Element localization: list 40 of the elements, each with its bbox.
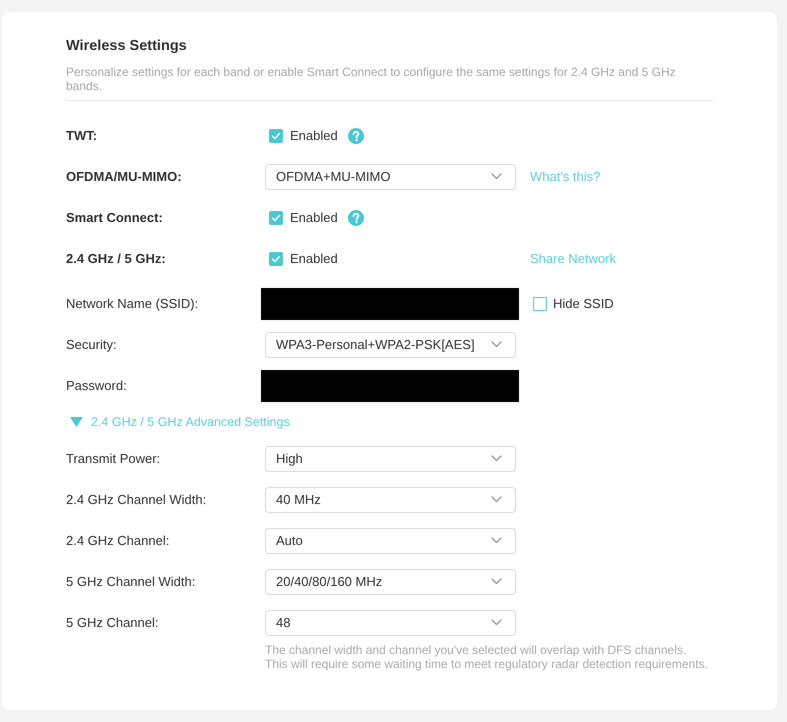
chevron-down-icon bbox=[491, 619, 502, 626]
field-label: TWT: bbox=[66, 126, 98, 145]
dropdown[interactable]: High bbox=[265, 446, 516, 472]
option-label: Enabled bbox=[290, 250, 338, 268]
field-label: 5 GHz Channel Width: bbox=[66, 572, 196, 591]
section-description: Personalize settings for each band or enable Smart Connect to configure the same settings for 2.4 GHz and 5 GHz bands. bbox=[66, 65, 677, 93]
field-label: Smart Connect: bbox=[66, 208, 164, 227]
dropdown[interactable]: 20/40/80/160 MHz bbox=[265, 568, 516, 594]
field-label: Network Name (SSID): bbox=[66, 294, 200, 313]
dropdown[interactable]: 40 MHz bbox=[265, 486, 516, 512]
dropdown[interactable]: OFDMA+MU-MIMO bbox=[265, 164, 516, 190]
field-label: Transmit Power: bbox=[66, 450, 162, 468]
check-icon bbox=[271, 254, 281, 262]
chevron-down-icon bbox=[491, 455, 502, 462]
chevron-down-icon bbox=[491, 537, 502, 544]
dropdown[interactable]: WPA3-Personal+WPA2-PSK[AES] bbox=[265, 332, 516, 358]
field-label: Password: bbox=[66, 376, 128, 395]
field-label: 2.4 GHz / 5 GHz: bbox=[66, 250, 167, 268]
field-label: 2.4 GHz Channel: bbox=[66, 532, 170, 550]
checkbox[interactable] bbox=[533, 296, 547, 310]
checkbox[interactable] bbox=[269, 210, 283, 224]
checkbox-label: Hide SSID bbox=[553, 294, 614, 313]
check-icon bbox=[271, 214, 281, 222]
chevron-down-icon bbox=[491, 173, 502, 180]
hint-text: The channel width and channel you've selected will overlap with DFS channels. This will require some waiting time to meet regulatory radar detection requirements. bbox=[265, 643, 708, 671]
field-label: OFDMA/MU-MIMO: bbox=[66, 168, 183, 186]
option-label: Enabled bbox=[290, 208, 338, 227]
check-icon bbox=[271, 132, 281, 140]
chevron-down-icon bbox=[491, 496, 502, 503]
field-label: 5 GHz Channel: bbox=[66, 614, 160, 632]
dropdown[interactable]: Auto bbox=[265, 528, 516, 554]
field-label: Security: bbox=[66, 336, 118, 354]
chevron-down-icon bbox=[491, 341, 502, 348]
dropdown[interactable]: 48 bbox=[265, 610, 516, 636]
option-label: Enabled bbox=[290, 126, 338, 145]
section-title: Wireless Settings bbox=[66, 37, 188, 55]
checkbox[interactable] bbox=[269, 128, 283, 142]
checkbox[interactable] bbox=[269, 252, 283, 266]
chevron-down-icon bbox=[491, 578, 502, 585]
field-label: 2.4 GHz Channel Width: bbox=[66, 490, 208, 509]
